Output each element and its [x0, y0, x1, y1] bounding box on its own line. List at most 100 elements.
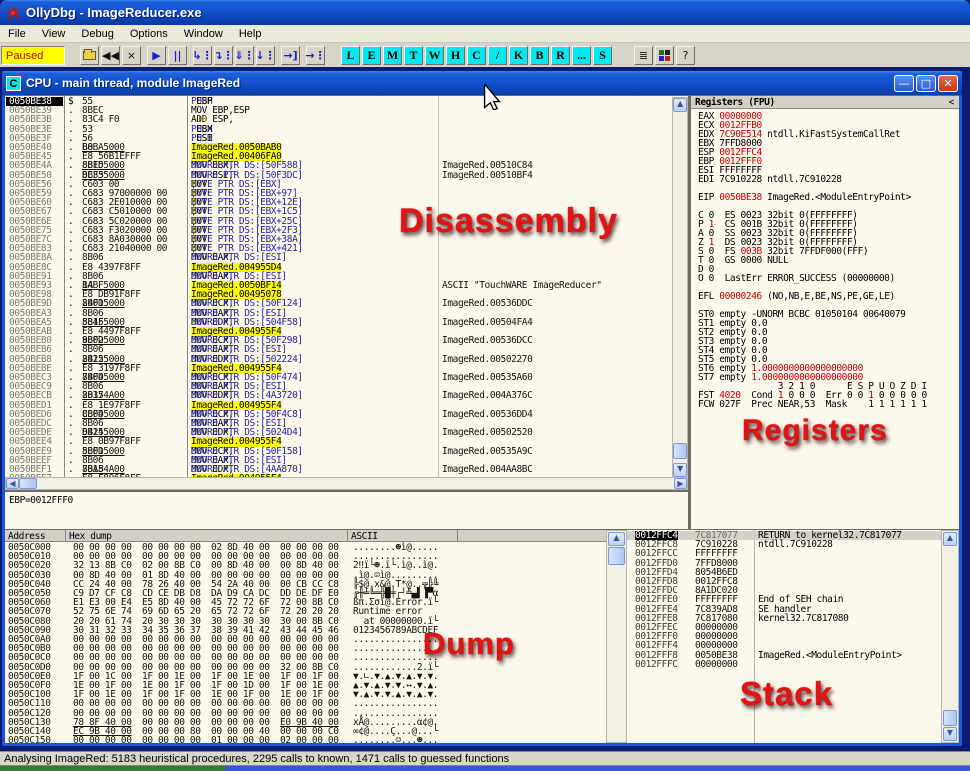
scroll-thumb[interactable] [19, 478, 37, 489]
scroll-thumb[interactable] [943, 710, 957, 726]
menu-item-view[interactable]: View [34, 26, 74, 42]
appearance-button[interactable] [655, 46, 674, 65]
disassembly-annotation: Disassembly [399, 202, 618, 241]
register-seg: 0050BE38 [719, 192, 762, 203]
trace-over-icon: ↓⋮ [255, 49, 275, 62]
scroll-down-icon[interactable]: ▼ [673, 463, 687, 477]
close-program-button[interactable]: × [122, 46, 141, 65]
disassembly-row[interactable]: 0050BE8C.E8 4397F8FFCALL ImageRed.004955… [5, 263, 688, 272]
disassembly-row[interactable]: 0050BEE9.8B0D 58F15000MOV ECX,DWORD PTR … [5, 447, 688, 456]
instruction-comment: ImageRed.00535A60 [442, 373, 532, 382]
log-window-button[interactable]: ≣ [634, 46, 653, 65]
pane-button-l[interactable]: L [341, 46, 360, 65]
pane-button-s[interactable]: S [593, 46, 612, 65]
menu-item-help[interactable]: Help [231, 26, 270, 42]
open-file-button[interactable] [80, 46, 99, 65]
scroll-down-icon[interactable]: ▼ [943, 727, 957, 741]
instruction-comment: ImageRed.004A376C [442, 391, 532, 400]
scroll-left-icon[interactable]: ◀ [6, 478, 19, 489]
disassembly-row[interactable]: 0050BEC3.8B0D 74F45000MOV ECX,DWORD PTR … [5, 373, 688, 382]
restart-button[interactable]: ◀◀ [101, 46, 120, 65]
run-button[interactable]: ▶ [147, 46, 166, 65]
pane-button-b[interactable]: B [530, 46, 549, 65]
list-icon: ≣ [639, 49, 648, 62]
go-to-address-button[interactable]: →⋮ [306, 46, 325, 65]
pause-button[interactable]: || [168, 46, 187, 65]
analysis-progress-fill [0, 766, 225, 771]
pane-button-c[interactable]: C [467, 46, 486, 65]
cpu-minimize-button[interactable]: — [894, 75, 914, 92]
registers-pane[interactable]: Registers (FPU) < EAX 00000000ECX 0012FF… [691, 96, 959, 529]
instruction-comment: ImageRed.00536DCC [442, 336, 532, 345]
menu-item-window[interactable]: Window [176, 26, 231, 42]
stack-value: 00000000 [695, 660, 738, 669]
scroll-up-icon[interactable]: ▲ [943, 532, 957, 546]
register-seg: (NO,NB,E,BE,NS,PE,GE,LE) [762, 291, 895, 302]
pane-button-slash[interactable]: / [488, 46, 507, 65]
register-line[interactable]: FCW 027F Prec NEAR,53 Mask 1 1 1 1 1 1 [698, 400, 927, 409]
pane-button-w[interactable]: W [425, 46, 444, 65]
scroll-thumb[interactable] [673, 443, 687, 459]
stack-row[interactable]: 0012FFFC00000000 [627, 660, 941, 669]
instruction-comment: ImageRed.00536DD4 [442, 410, 532, 419]
step-over-button[interactable]: ↴⋮ [214, 46, 233, 65]
cpu-window-titlebar[interactable]: C CPU - main thread, module ImageRed — □… [2, 71, 962, 95]
stack-vertical-scrollbar[interactable]: ▲ ▼ [941, 530, 959, 743]
dump-header-address: Address [5, 530, 66, 542]
disassembly-vertical-scrollbar[interactable]: ▲ ▼ [672, 97, 688, 477]
stack-comment: kernel32.7C817080 [758, 614, 848, 623]
help-button[interactable]: ? [676, 46, 695, 65]
step-into-button[interactable]: ↳⋮ [193, 46, 212, 65]
pane-button-h[interactable]: H [446, 46, 465, 65]
disassembly-row[interactable]: 0050BEB0.8B0D 98F25000MOV ECX,DWORD PTR … [5, 336, 688, 345]
step-into-icon: ↳⋮ [192, 49, 212, 62]
scroll-thumb[interactable] [608, 547, 625, 565]
cpu-close-button[interactable]: ✕ [938, 75, 958, 92]
register-line[interactable]: O 0 LastErr ERROR_SUCCESS (00000000) [698, 274, 895, 283]
trace-into-button[interactable]: ⇓⋮ [235, 46, 254, 65]
info-pane-text: EBP=0012FFF0 [9, 495, 73, 506]
register-seg: ImageRed.<ModuleEntryPoint> [762, 192, 911, 203]
trace-over-button[interactable]: ↓⋮ [256, 46, 275, 65]
pane-button-k[interactable]: K [509, 46, 528, 65]
dump-pane[interactable]: Address Hex dump ASCII 0050C00000 00 00 … [5, 530, 606, 743]
register-line[interactable]: EDI 7C910228 ntdll.7C910228 [698, 175, 842, 184]
scroll-up-icon[interactable]: ▲ [673, 98, 687, 112]
scroll-up-icon[interactable]: ▲ [608, 532, 625, 546]
disassembly-horizontal-scrollbar[interactable]: ◀ ▶ [5, 477, 688, 490]
analysis-progress-bar [0, 766, 970, 771]
dump-header-ascii: ASCII [348, 530, 458, 542]
info-pane[interactable]: EBP=0012FFF0 [5, 491, 688, 529]
register-seg: 00000246 [719, 291, 762, 302]
pane-button-r[interactable]: R [551, 46, 570, 65]
disassembly-row[interactable]: 0050BE3B.83C4 F0ADD ESP,-10 [5, 115, 688, 124]
registers-annotation: Registers [742, 414, 888, 448]
disassembly-pane[interactable]: 0050BE38$55PUSH EBP0050BE39.8BECMOV EBP,… [5, 96, 688, 477]
pane-button-m[interactable]: M [383, 46, 402, 65]
disassembly-row[interactable]: 0050BE83.C683 21040000 00MOV BYTE PTR DS… [5, 244, 688, 253]
dump-vertical-scrollbar[interactable]: ▲ [606, 530, 627, 743]
disassembly-row[interactable]: 0050BED6.8B0D C8F45000MOV ECX,DWORD PTR … [5, 410, 688, 419]
disassembly-row[interactable]: 0050BE3E.53PUSH EBX [5, 125, 688, 134]
scroll-right-icon[interactable]: ▶ [674, 478, 687, 489]
menu-item-options[interactable]: Options [122, 26, 176, 42]
disassembly-row[interactable]: 0050BE9D.8B0D 24F15000MOV ECX,DWORD PTR … [5, 299, 688, 308]
window-titlebar[interactable]: OllyDbg - ImageReducer.exe [0, 0, 970, 25]
pane-button-e[interactable]: E [362, 46, 381, 65]
pane-button-t[interactable]: T [404, 46, 423, 65]
menu-item-file[interactable]: File [0, 26, 34, 42]
register-seg: FCW 027F Prec NEAR,53 Mask 1 1 1 1 1 1 [698, 399, 927, 410]
cpu-maximize-button[interactable]: □ [916, 75, 936, 92]
register-line[interactable]: EIP 0050BE38 ImageRed.<ModuleEntryPoint> [698, 193, 911, 202]
pane-button-dots[interactable]: ... [572, 46, 591, 65]
arrow-bracket-icon: →] [283, 49, 297, 62]
trace-into-icon: ⇓⋮ [234, 49, 254, 62]
dump-row[interactable]: 0050C15000 00 00 0000 00 00 0001 00 00 0… [5, 736, 606, 743]
menu-item-debug[interactable]: Debug [73, 26, 121, 42]
registers-collapse-button[interactable]: < [949, 97, 954, 108]
register-line[interactable]: EFL 00000246 (NO,NB,E,BE,NS,PE,GE,LE) [698, 292, 895, 301]
cpu-window-title: CPU - main thread, module ImageRed [26, 76, 892, 90]
execute-till-return-button[interactable]: →] [281, 46, 300, 65]
toolbar: Paused ◀◀×▶||↳⋮↴⋮⇓⋮↓⋮→]→⋮ LEMTWHC/KBR...… [0, 43, 970, 67]
disassembly-row[interactable]: 0050BE38$55PUSH EBP [5, 97, 688, 106]
